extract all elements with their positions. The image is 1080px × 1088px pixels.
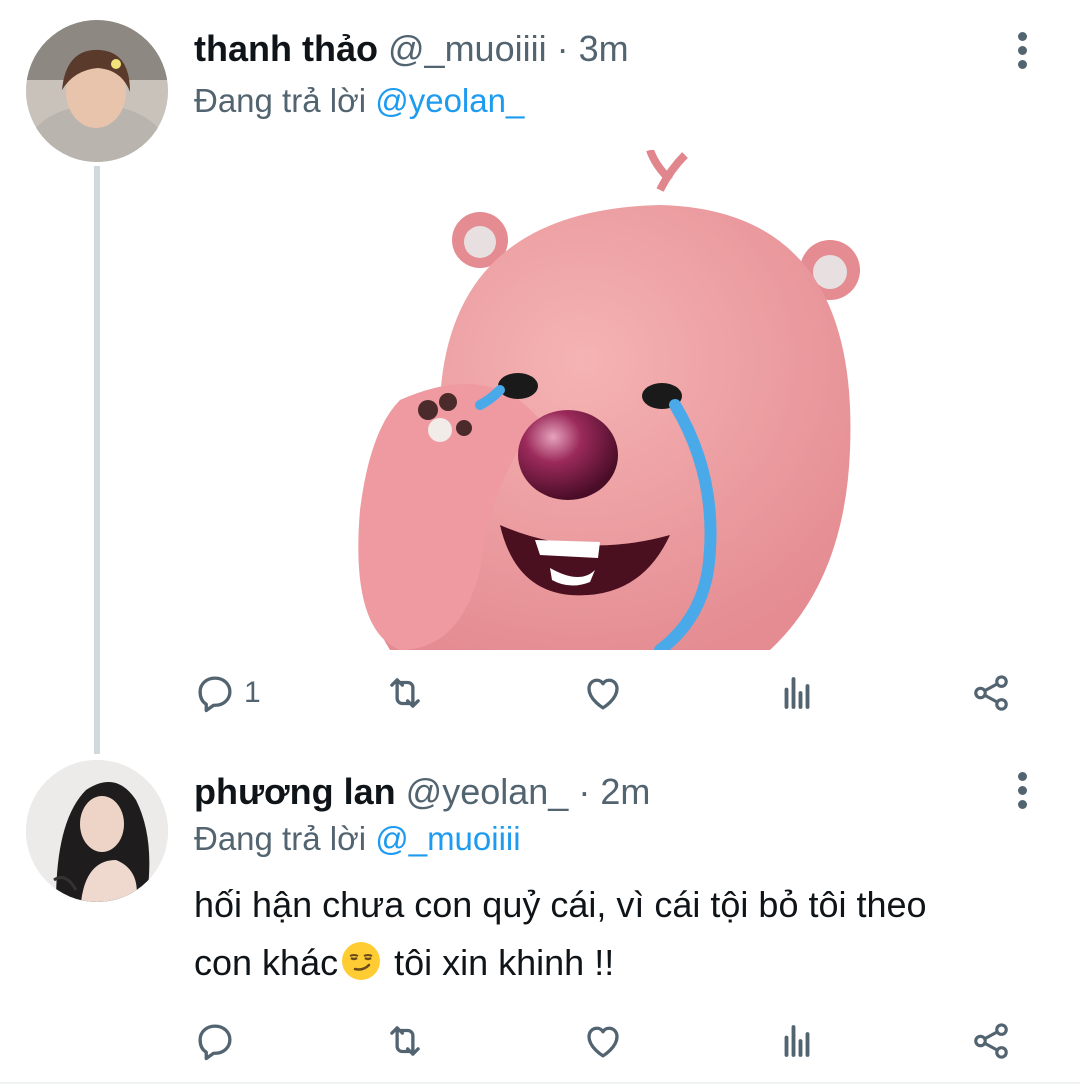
reply-button[interactable]: 1 — [194, 668, 261, 718]
reply-button[interactable] — [194, 1016, 244, 1066]
retweet-button[interactable] — [384, 1016, 426, 1066]
tweet-header: thanh thảo @_muoiiii · 3m — [194, 27, 629, 71]
tweet-text-line: hối hận chưa con quỷ cái, vì cái tội bỏ … — [194, 884, 927, 925]
tweet-1[interactable]: thanh thảo @_muoiiii · 3m Đang trả lời @… — [0, 0, 1080, 754]
tweet-text-part: con khác — [194, 942, 339, 983]
reply-prefix: Đang trả lời — [194, 820, 367, 857]
reply-icon — [198, 1024, 232, 1061]
tweet-media-sticker[interactable] — [340, 150, 880, 650]
tweet-text-line: con khác tôi xin khinh !! — [194, 934, 1034, 992]
analytics-icon — [784, 677, 810, 709]
tweet-actions: 1 — [194, 668, 1024, 718]
like-icon — [587, 1026, 619, 1058]
tweet-2[interactable]: phương lan @yeolan_ · 2m Đang trả lời @_… — [0, 750, 1080, 1084]
like-button[interactable] — [582, 668, 624, 718]
handle[interactable]: @_muoiiii — [388, 28, 547, 69]
separator: · — [578, 771, 591, 812]
retweet-icon — [390, 678, 420, 708]
avatar[interactable] — [26, 760, 168, 902]
reply-icon — [198, 676, 232, 713]
separator: · — [556, 28, 569, 69]
analytics-button[interactable] — [776, 1016, 818, 1066]
smirk-emoji — [342, 942, 381, 980]
handle[interactable]: @yeolan_ — [406, 771, 569, 812]
reply-mention[interactable]: @yeolan_ — [375, 82, 524, 119]
display-name[interactable]: thanh thảo — [194, 28, 378, 69]
reply-mention[interactable]: @_muoiiii — [375, 820, 520, 857]
share-button[interactable] — [970, 1016, 1012, 1066]
more-icon[interactable] — [1010, 772, 1034, 812]
thread-line — [94, 166, 100, 754]
share-icon — [974, 1023, 1008, 1059]
replying-to: Đang trả lời @yeolan_ — [194, 80, 524, 122]
like-icon — [587, 678, 619, 710]
avatar[interactable] — [26, 20, 168, 162]
share-icon — [974, 675, 1008, 711]
tweet-header: phương lan @yeolan_ · 2m — [194, 770, 650, 814]
display-name[interactable]: phương lan — [194, 771, 396, 812]
share-button[interactable] — [970, 668, 1012, 718]
more-icon[interactable] — [1010, 32, 1034, 72]
analytics-button[interactable] — [776, 668, 818, 718]
tweet-actions — [194, 1016, 1024, 1066]
retweet-icon — [390, 1026, 420, 1056]
reply-prefix: Đang trả lời — [194, 82, 367, 119]
tweet-text-part: tôi xin khinh !! — [384, 942, 615, 983]
tweet-text: hối hận chưa con quỷ cái, vì cái tội bỏ … — [194, 876, 1034, 992]
timestamp[interactable]: 2m — [600, 771, 650, 812]
retweet-button[interactable] — [384, 668, 426, 718]
analytics-icon — [784, 1025, 810, 1057]
reply-count: 1 — [244, 676, 261, 709]
divider — [0, 1082, 1080, 1084]
replying-to: Đang trả lời @_muoiiii — [194, 818, 521, 860]
like-button[interactable] — [582, 1016, 624, 1066]
timestamp[interactable]: 3m — [579, 28, 629, 69]
